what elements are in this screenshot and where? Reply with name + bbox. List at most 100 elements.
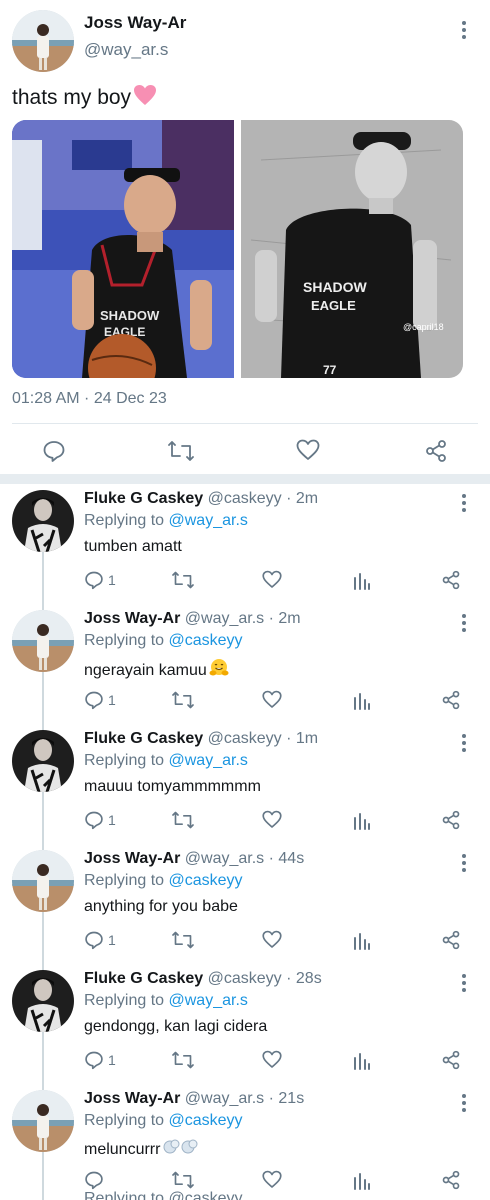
reply-text-content: gendongg, kan lagi cidera [84,1018,268,1035]
reply-author-name[interactable]: Joss Way-Ar [84,610,180,627]
retweet-icon[interactable] [172,810,194,830]
like-icon[interactable] [262,1170,282,1189]
reply-tweet[interactable]: Joss Way-Ar @way_ar.s · 2m Replying to @… [0,604,490,724]
reply-text: anything for you babe [84,898,238,916]
avatar-joss[interactable] [12,10,74,72]
analytics-icon[interactable] [353,930,371,950]
reply-author-handle[interactable]: @way_ar.s [185,850,264,867]
retweet-icon[interactable] [172,1170,194,1190]
reply-button[interactable]: 1 [84,690,116,710]
analytics-icon[interactable] [353,1170,371,1190]
replying-to-mention[interactable]: @caskeyy [169,1112,243,1129]
avatar-joss[interactable] [12,610,74,672]
replying-to-mention[interactable]: @way_ar.s [169,512,248,529]
reply-text-content: anything for you babe [84,898,238,915]
replying-to-label: Replying to [84,872,165,889]
reply-button[interactable]: 1 [84,1050,116,1070]
avatar-fluke[interactable] [12,490,74,552]
like-icon[interactable] [262,930,282,949]
reply-author-name[interactable]: Joss Way-Ar [84,1090,180,1107]
reply-author-name[interactable]: Fluke G Caskey [84,490,203,507]
divider [12,423,478,424]
reply-tweet[interactable]: Fluke G Caskey @caskeyy · 28s Replying t… [0,964,490,1084]
reply-button[interactable]: 1 [84,810,116,830]
more-options-icon[interactable] [461,1094,467,1112]
author-name[interactable]: Joss Way-Ar [84,13,186,33]
analytics-icon[interactable] [353,1050,371,1070]
reply-action-bar: 1 [0,930,490,954]
tweet-photo-2[interactable]: SHADOW EAGLE 77 @capril18 [241,120,463,378]
reply-author-handle[interactable]: @way_ar.s [185,610,264,627]
tweet-photo-1[interactable]: SHADOW EAGLE [12,120,234,378]
like-icon[interactable] [262,570,282,589]
analytics-icon[interactable] [353,810,371,830]
share-icon[interactable] [441,810,461,830]
reply-author-handle[interactable]: @caskeyy [208,490,282,507]
reply-text-content: tumben amatt [84,538,182,555]
share-icon[interactable] [441,1170,461,1190]
reply-time: 1m [295,730,319,747]
reply-author-handle[interactable]: @caskeyy [208,970,282,987]
svg-text:77: 77 [323,363,337,377]
more-options-icon[interactable] [461,854,467,872]
reply-author-handle[interactable]: @caskeyy [208,730,282,747]
share-icon[interactable] [441,570,461,590]
svg-text:SHADOW: SHADOW [303,279,368,295]
avatar-fluke[interactable] [12,730,74,792]
replying-to: Replying to @way_ar.s [84,512,248,530]
retweet-icon[interactable] [172,1050,194,1070]
avatar-fluke[interactable] [12,970,74,1032]
reply-action-bar [0,1170,490,1194]
share-icon[interactable] [441,1050,461,1070]
share-icon[interactable] [441,930,461,950]
avatar-joss[interactable] [12,850,74,912]
main-tweet: Joss Way-Ar @way_ar.s thats my boy SHADO… [0,0,490,474]
reply-author-handle[interactable]: @way_ar.s [185,1090,264,1107]
more-options-icon[interactable] [461,21,467,39]
share-icon[interactable] [424,439,448,463]
analytics-icon[interactable] [353,570,371,590]
like-icon[interactable] [262,810,282,829]
share-icon[interactable] [441,690,461,710]
like-icon[interactable] [262,1050,282,1069]
replying-to-mention[interactable]: @way_ar.s [169,992,248,1009]
partial-next-reply: Replying to @caskeyy [84,1190,243,1200]
section-separator [0,474,490,484]
replying-to-mention[interactable]: @way_ar.s [169,752,248,769]
replying-to-mention[interactable]: @caskeyy [169,872,243,889]
reply-author-name[interactable]: Joss Way-Ar [84,850,180,867]
reply-author-name[interactable]: Fluke G Caskey [84,730,203,747]
retweet-icon[interactable] [172,930,194,950]
author-handle[interactable]: @way_ar.s [84,40,168,60]
reply-time: 2m [278,610,301,627]
retweet-icon[interactable] [168,439,194,463]
svg-text:EAGLE: EAGLE [311,298,356,313]
reply-button[interactable]: 1 [84,570,116,590]
replying-to-label: Replying to [84,632,165,649]
reply-button[interactable]: 1 [84,930,116,950]
avatar-joss[interactable] [12,1090,74,1152]
analytics-icon[interactable] [353,690,371,710]
reply-header: Joss Way-Ar @way_ar.s · 21s [84,1090,305,1107]
retweet-icon[interactable] [172,690,194,710]
reply-text-content: mauuu tomyammmmmm [84,778,261,795]
reply-tweet[interactable]: Fluke G Caskey @caskeyy · 2m Replying to… [0,484,490,604]
more-options-icon[interactable] [461,614,467,632]
reply-tweet[interactable]: Joss Way-Ar @way_ar.s · 21s Replying to … [0,1084,490,1200]
dash-puffs-emoji-icon [162,1138,202,1161]
like-icon[interactable] [296,439,320,461]
reply-button[interactable] [84,1170,108,1190]
more-options-icon[interactable] [461,974,467,992]
svg-text:SHADOW: SHADOW [100,308,160,323]
reply-action-bar: 1 [0,690,490,714]
reply-author-name[interactable]: Fluke G Caskey [84,970,203,987]
reply-icon[interactable] [42,439,66,463]
like-icon[interactable] [262,690,282,709]
retweet-icon[interactable] [172,570,194,590]
replying-to: Replying to @caskeyy [84,872,243,890]
replying-to-mention[interactable]: @caskeyy [169,632,243,649]
reply-tweet[interactable]: Joss Way-Ar @way_ar.s · 44s Replying to … [0,844,490,964]
more-options-icon[interactable] [461,494,467,512]
reply-tweet[interactable]: Fluke G Caskey @caskeyy · 1m Replying to… [0,724,490,844]
more-options-icon[interactable] [461,734,467,752]
